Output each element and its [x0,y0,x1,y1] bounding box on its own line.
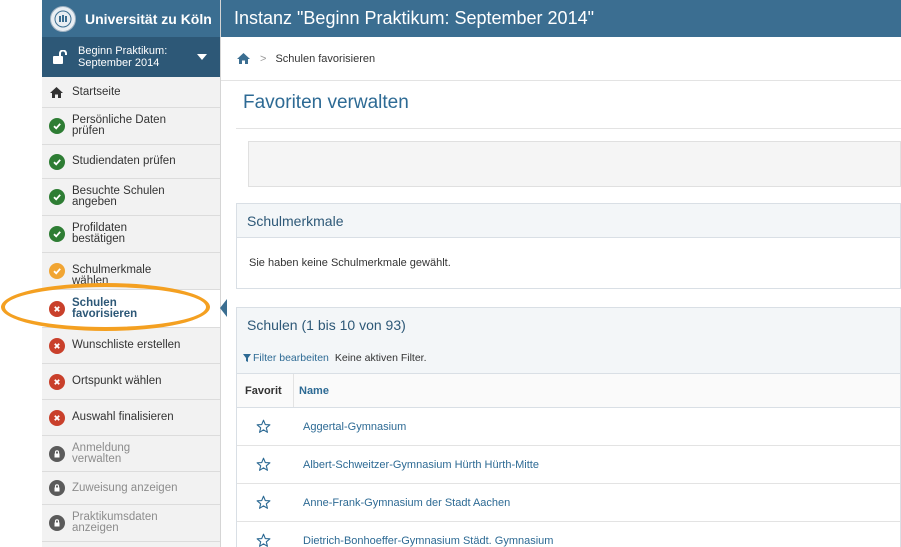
chevron-down-icon [197,54,207,60]
filter-edit-link[interactable]: Filter bearbeiten [243,352,329,364]
instance-title: Instanz "Beginn Praktikum: September 201… [234,8,594,28]
filter-bar: Filter bearbeiten Keine aktiven Filter. [237,342,900,374]
unlock-icon [52,50,70,64]
sidebar-item-label-line1: Auswahl finalisieren [72,411,174,423]
check-circle-icon [49,189,65,205]
filter-edit-label: Filter bearbeiten [253,351,329,364]
school-name-link[interactable]: Dietrich-Bonhoeffer-Gymnasium Städt. Gym… [293,535,553,547]
x-circle-icon [49,373,65,390]
schools-panel: Schulen (1 bis 10 von 93) Filter bearbei… [236,307,901,547]
criteria-panel: Schulmerkmale Sie haben keine Schulmerkm… [236,203,901,289]
breadcrumb-separator: > [260,52,267,65]
table-row: Aggertal-Gymnasium [237,408,900,446]
sidebar-item-studiendaten[interactable]: Studiendaten prüfen [42,145,220,179]
sidebar-item-label: Praktikumsdaten anzeigen [72,511,158,534]
check-circle-icon [49,153,65,170]
table-row: Dietrich-Bonhoeffer-Gymnasium Städt. Gym… [237,522,900,547]
instance-label-line1: Beginn Praktikum: [78,45,168,57]
sidebar-item-label-line1: Studiendaten prüfen [72,155,176,167]
sidebar-item-label-line2: bestätigen [72,233,126,245]
filter-status: Keine aktiven Filter. [334,351,427,364]
schools-panel-title: Schulen (1 bis 10 von 93) [237,308,900,342]
sidebar-item-startseite[interactable]: Startseite [42,77,220,108]
column-header-favorite: Favorit [245,384,282,397]
divider [236,128,901,129]
school-name-link[interactable]: Albert-Schweitzer-Gymnasium Hürth Hürth-… [293,459,539,471]
sidebar-item-wunschliste[interactable]: Wunschliste erstellen [42,328,220,364]
sidebar-item-label-line2: verwalten [72,452,122,465]
sidebar-item-label-line1: Zuweisung anzeigen [72,481,178,494]
active-indicator [220,299,227,317]
brand-bar[interactable]: Universität zu Köln [42,0,220,37]
star-icon[interactable] [237,533,293,547]
sidebar-item-praktikumsdaten: Praktikumsdaten anzeigen [42,505,220,542]
check-circle-icon [49,118,65,134]
instance-label: Beginn Praktikum: September 2014 [78,45,167,69]
check-circle-icon [49,263,65,279]
sidebar-item-label-line1: Startseite [72,85,121,98]
sidebar-item-label: Ortspunkt wählen [72,375,162,387]
school-name-link[interactable]: Aggertal-Gymnasium [293,421,406,433]
sidebar-item-profildaten[interactable]: Profildaten bestätigen [42,216,220,253]
sidebar-item-label: Schulen favorisieren [72,297,138,320]
breadcrumb: > Schulen favorisieren [221,37,901,81]
sidebar-item-label: Schulmerkmale wählen [72,256,151,287]
sidebar-item-besuchte-schulen[interactable]: Besuchte Schulen angeben [42,179,220,216]
table-row: Anne-Frank-Gymnasium der Stadt Aachen [237,484,900,522]
sidebar: Universität zu Köln Beginn Praktikum: Se… [42,0,227,547]
lock-icon [49,445,65,462]
check-circle-icon [49,226,65,242]
star-icon[interactable] [237,495,293,510]
x-circle-icon [49,337,65,354]
sidebar-item-label: Zuweisung anzeigen [72,481,178,494]
criteria-panel-message: Sie haben keine Schulmerkmale gewählt. [249,257,451,269]
sidebar-item-schulen-favorisieren[interactable]: Schulen favorisieren [42,290,227,328]
sidebar-item-anmeldung: Anmeldung verwalten [42,436,220,472]
instance-selector[interactable]: Beginn Praktikum: September 2014 [42,37,220,77]
brand-name: Universität zu Köln [85,10,212,27]
sidebar-item-ortspunkt[interactable]: Ortspunkt wählen [42,364,220,400]
sidebar-item-zuweisung: Zuweisung anzeigen [42,472,220,505]
page-title: Favoriten verwalten [243,92,409,113]
sidebar-item-label-line2: prüfen [72,125,105,137]
sidebar-item-label-line2: angeben [72,196,117,208]
home-icon [49,86,64,99]
sidebar-item-label: Wunschliste erstellen [72,339,181,351]
sidebar-item-schulmerkmale[interactable]: Schulmerkmale wählen [42,253,220,290]
criteria-panel-title: Schulmerkmale [237,204,900,238]
university-seal-icon [50,5,76,32]
filter-icon [243,353,251,362]
sidebar-item-label-line2: anzeigen [72,522,119,534]
instance-label-line2: September 2014 [78,57,160,69]
sidebar-item-label: Besuchte Schulen angeben [72,185,165,208]
column-header-name-label: Name [299,384,329,397]
star-icon[interactable] [237,457,293,472]
sidebar-item-label-line2: favorisieren [72,307,138,320]
sidebar-item-label-line2: wählen [72,274,109,287]
page-header: Instanz "Beginn Praktikum: September 201… [221,0,901,37]
sidebar-item-auswahl-finalisieren[interactable]: Auswahl finalisieren [42,400,220,436]
breadcrumb-current: Schulen favorisieren [275,52,376,65]
sidebar-item-label: Startseite [72,85,121,98]
table-header: Favorit Name [237,374,900,408]
lock-icon [49,515,65,531]
sidebar-item-label-line1: Ortspunkt wählen [72,375,162,387]
sidebar-item-persoenliche-daten[interactable]: Persönliche Daten prüfen [42,108,220,145]
x-circle-icon [49,300,65,317]
star-icon[interactable] [237,419,293,434]
column-header-name[interactable]: Name [293,374,329,407]
home-icon[interactable] [236,52,251,65]
lock-icon [49,480,65,496]
sidebar-item-label-line1: Wunschliste erstellen [72,339,181,351]
sidebar-item-label: Profildaten bestätigen [72,222,127,245]
table-row: Albert-Schweitzer-Gymnasium Hürth Hürth-… [237,446,900,484]
sidebar-item-label: Auswahl finalisieren [72,411,174,423]
empty-panel [248,141,901,187]
x-circle-icon [49,409,65,426]
sidebar-item-label: Studiendaten prüfen [72,155,176,167]
school-name-link[interactable]: Anne-Frank-Gymnasium der Stadt Aachen [293,497,510,509]
sidebar-item-label: Anmeldung verwalten [72,442,130,465]
sidebar-item-label: Persönliche Daten prüfen [72,114,166,137]
